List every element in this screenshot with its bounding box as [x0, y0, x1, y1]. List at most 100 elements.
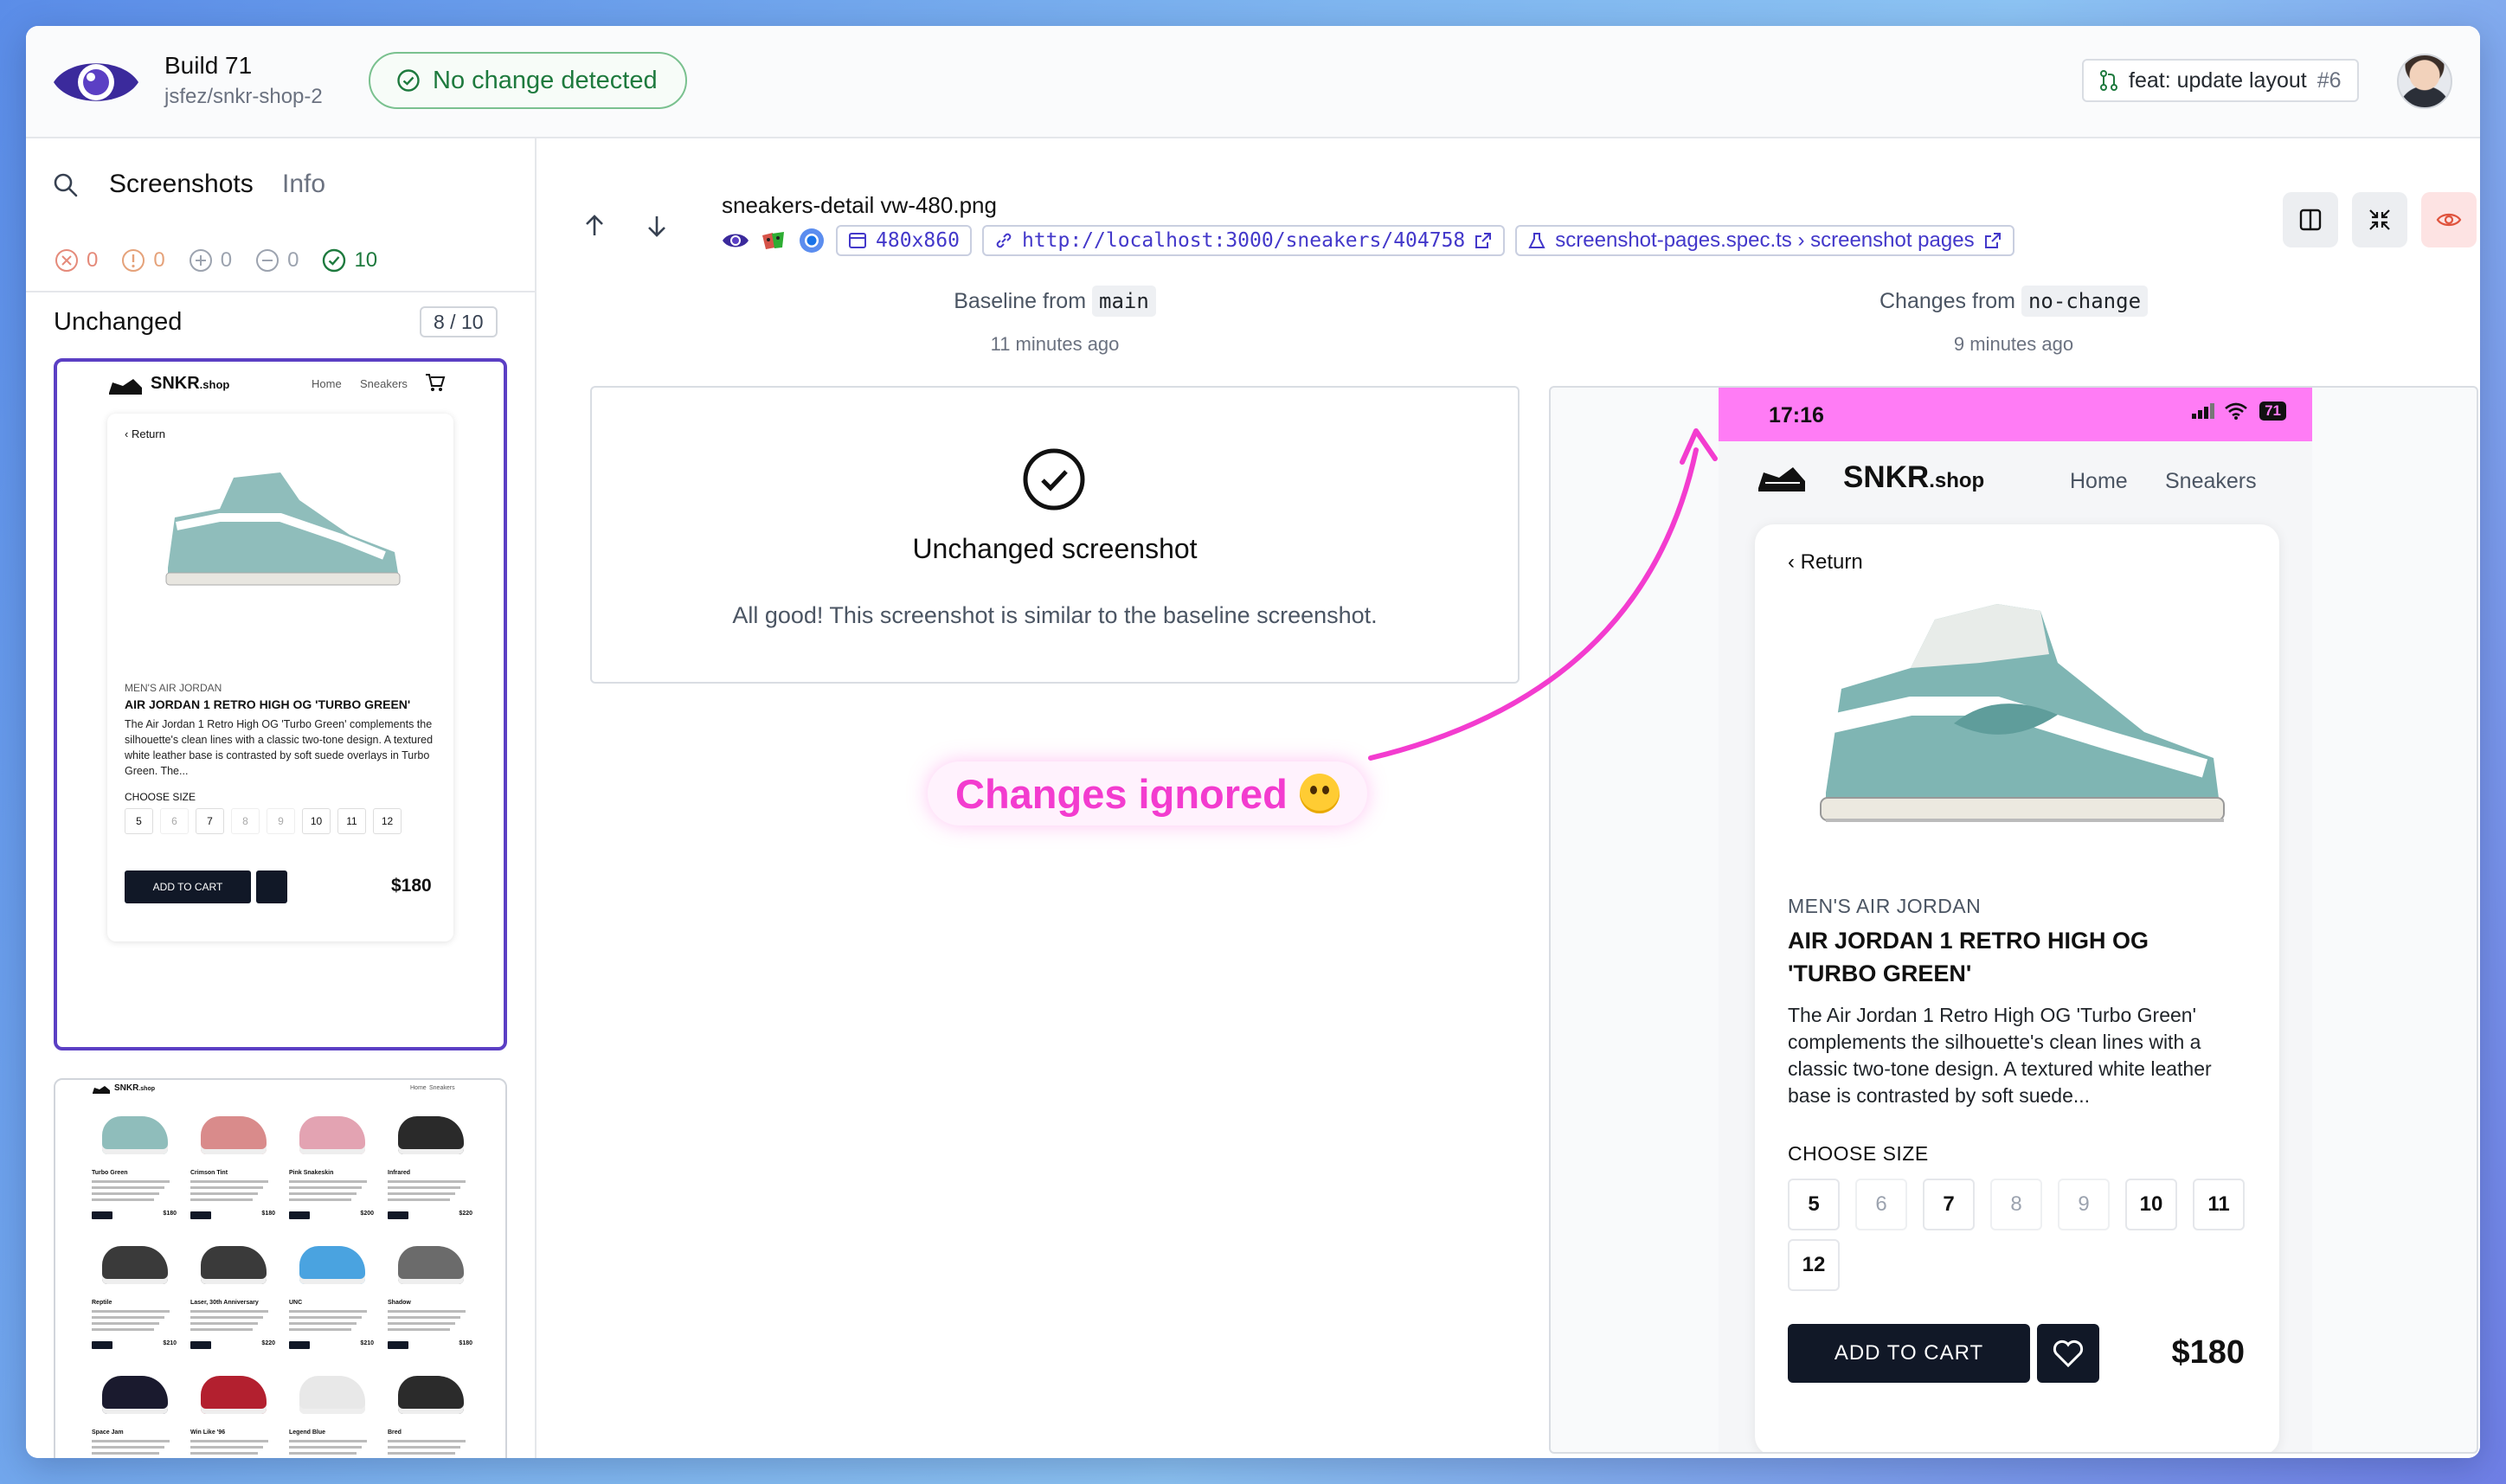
thumb-size: 6 [160, 808, 189, 834]
thumb-brand: SNKR.shop [151, 374, 230, 393]
search-icon[interactable] [52, 171, 80, 199]
viewport-chip[interactable]: 480x860 [836, 225, 972, 256]
group-title[interactable]: Unchanged [54, 308, 182, 337]
repo-name[interactable]: jsfez/snkr-shop-2 [164, 85, 323, 109]
filter-changed[interactable]: 0 [120, 247, 165, 273]
favorite-button [2037, 1324, 2099, 1383]
test-path: screenshot-pages.spec.ts › screenshot pa… [1555, 228, 1975, 252]
sneaker-thumbnail [201, 1376, 267, 1414]
text-line [92, 1186, 164, 1189]
add-to-cart-button: ADD TO CART [1788, 1324, 2030, 1383]
sneaker-thumbnail [398, 1376, 464, 1414]
size-option: 7 [1923, 1179, 1975, 1230]
product-name: Infrared [388, 1170, 411, 1176]
url-chip[interactable]: http://localhost:3000/sneakers/404758 [981, 225, 1506, 256]
fit-view-button[interactable] [2352, 192, 2407, 247]
baseline-time: 11 minutes ago [990, 333, 1120, 355]
status-icons: 71 [2192, 402, 2286, 421]
flushed-face-emoji-icon [1299, 774, 1340, 813]
group-count-badge: 8 / 10 [420, 306, 498, 337]
size-option: 5 [1788, 1179, 1840, 1230]
split-view-button[interactable] [2283, 192, 2338, 247]
sneaker-thumbnail [299, 1116, 365, 1154]
thumb-return: ‹ Return [125, 427, 165, 440]
text-line [388, 1310, 466, 1313]
product-price: $210 [360, 1340, 374, 1346]
text-line [190, 1316, 263, 1319]
text-line [289, 1180, 367, 1183]
text-line [190, 1440, 268, 1442]
filter-added[interactable]: 0 [188, 247, 232, 273]
check-circle-icon [1023, 448, 1085, 511]
product-price: $200 [360, 1211, 374, 1217]
screenshot-thumbnail[interactable]: SNKR.shop Home Sneakers Turbo Green $180 C… [54, 1078, 507, 1458]
text-line [388, 1186, 460, 1189]
branch-label: feat: update layout [2129, 67, 2307, 93]
thumb-nav-sneakers: Sneakers [360, 377, 408, 390]
text-line [190, 1310, 268, 1313]
filter-removed[interactable]: 0 [254, 247, 299, 273]
text-line [289, 1328, 351, 1331]
return-link: ‹ Return [1788, 550, 1863, 574]
text-line [388, 1180, 466, 1183]
arrow-up-icon[interactable] [580, 211, 609, 241]
product-name: Laser, 30th Anniversary [190, 1300, 259, 1306]
sneaker-thumbnail [201, 1246, 267, 1284]
shop-brand: SNKR.shop [1843, 460, 1985, 494]
sneaker-thumbnail [299, 1376, 365, 1414]
text-line [388, 1446, 460, 1449]
divider [26, 291, 535, 292]
product-grid-item: Pink Snakeskin $200 [287, 1109, 377, 1230]
text-line [190, 1452, 258, 1455]
filter-failed[interactable]: 0 [54, 247, 98, 273]
argos-eye-logo-icon[interactable] [52, 54, 140, 111]
text-line [289, 1452, 357, 1455]
product-price: $180 [2171, 1334, 2245, 1371]
shop-header: SNKR.shop Home Sneakers [1719, 441, 2312, 521]
text-line [92, 1322, 159, 1325]
screenshot-thumbnail-selected[interactable]: SNKR.shop Home Sneakers ‹ Return MEN'S A… [54, 358, 507, 1050]
thumb-category: MEN'S AIR JORDAN [125, 682, 222, 694]
product-card: ‹ Return MEN'S AIR JORDAN AIR JORDAN 1 R… [1755, 524, 2279, 1452]
baseline-label: Baseline from [954, 289, 1087, 313]
text-line [289, 1186, 362, 1189]
tab-screenshots[interactable]: Screenshots [109, 170, 254, 199]
user-avatar[interactable] [2397, 54, 2452, 109]
text-line [92, 1452, 159, 1455]
arrow-down-icon[interactable] [642, 211, 671, 241]
size-option: 10 [2125, 1179, 2177, 1230]
toggle-overlay-button[interactable] [2421, 192, 2477, 247]
text-line [289, 1446, 362, 1449]
preview-button [190, 1341, 211, 1349]
text-line [289, 1316, 362, 1319]
tab-info[interactable]: Info [282, 170, 325, 199]
nav-sneakers: Sneakers [2165, 469, 2257, 493]
text-line [289, 1310, 367, 1313]
text-line [388, 1198, 450, 1201]
text-line [388, 1440, 466, 1442]
browser-window-icon [849, 233, 866, 248]
sneaker-thumbnail [102, 1246, 168, 1284]
sneaker-image [1820, 604, 2225, 822]
screenshot-file-name: sneakers-detail vw-480.png [722, 192, 997, 218]
text-line [190, 1322, 258, 1325]
preview-button [289, 1341, 310, 1349]
screenshot-image: 17:16 71 SNKR.shop Home Sneakers ‹ Retur… [1719, 388, 2312, 1452]
changes-label: Changes from [1879, 289, 2016, 313]
product-description: The Air Jordan 1 Retro High OG 'Turbo Gr… [1788, 1004, 2212, 1107]
thumb-size: 7 [196, 808, 224, 834]
eye-icon [723, 234, 749, 247]
playwright-icon [762, 232, 784, 249]
thumb-size: 9 [267, 808, 295, 834]
product-grid-item: Laser, 30th Anniversary $220 [189, 1239, 279, 1360]
preview-button [388, 1341, 408, 1349]
check-circle-icon [323, 248, 346, 273]
text-line [289, 1440, 367, 1442]
pull-request-link[interactable]: feat: update layout #6 [2082, 59, 2359, 102]
flask-icon [1528, 233, 1545, 248]
thumb-add-to-cart: ADD TO CART [125, 870, 251, 903]
test-path-chip[interactable]: screenshot-pages.spec.ts › screenshot pa… [1515, 225, 2014, 256]
size-label: CHOOSE SIZE [1788, 1142, 1929, 1165]
size-option: 12 [1788, 1239, 1840, 1291]
filter-unchanged[interactable]: 10 [321, 247, 377, 273]
